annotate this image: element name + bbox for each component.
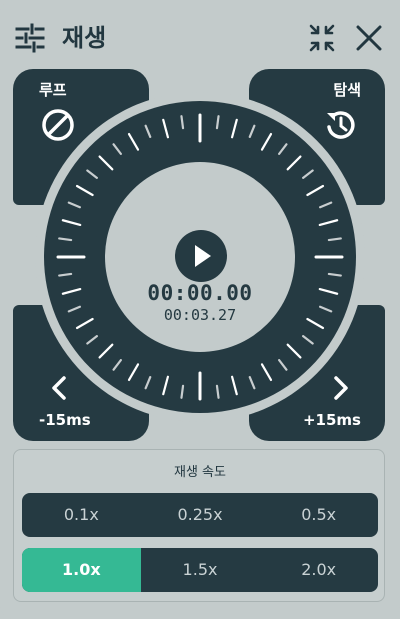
- speed-option-1.0x[interactable]: 1.0x: [22, 548, 141, 592]
- forward-15ms-label: +15ms: [302, 411, 361, 429]
- dial-tick: [58, 272, 73, 277]
- dial-tick: [327, 272, 342, 277]
- dial-tick: [327, 237, 342, 242]
- dial-tick: [180, 115, 185, 130]
- current-time: 00:00.00: [147, 281, 253, 305]
- speed-option-2.0x[interactable]: 2.0x: [259, 548, 378, 592]
- speed-option-1.5x[interactable]: 1.5x: [141, 548, 260, 592]
- dial-tick: [215, 115, 220, 130]
- seek-label: 탐색: [333, 81, 361, 99]
- speed-option-0.1x[interactable]: 0.1x: [22, 493, 141, 537]
- dial-tick: [215, 384, 220, 399]
- playback-panel: 재생 루프 탐색 -15ms +15ms 00:00.00 00:03.27 재…: [0, 0, 400, 619]
- dial-tick: [180, 384, 185, 399]
- speed-row-1: 0.1x 0.25x 0.5x: [22, 493, 378, 537]
- sliders-icon[interactable]: [14, 22, 46, 54]
- speed-row-2: 1.0x 1.5x 2.0x: [22, 548, 378, 592]
- header: 재생: [0, 0, 400, 70]
- collapse-icon[interactable]: [306, 22, 338, 54]
- play-icon: [195, 245, 211, 267]
- page-title: 재생: [62, 24, 107, 52]
- dial-tick: [58, 237, 73, 242]
- playback-speed-title: 재생 속도: [174, 465, 226, 480]
- close-icon[interactable]: [353, 22, 385, 54]
- back-15ms-label: -15ms: [39, 411, 91, 429]
- speed-option-0.25x[interactable]: 0.25x: [141, 493, 260, 537]
- loop-label: 루프: [39, 81, 67, 99]
- speed-option-0.5x[interactable]: 0.5x: [259, 493, 378, 537]
- total-time: 00:03.27: [163, 306, 237, 324]
- play-button[interactable]: [175, 230, 227, 282]
